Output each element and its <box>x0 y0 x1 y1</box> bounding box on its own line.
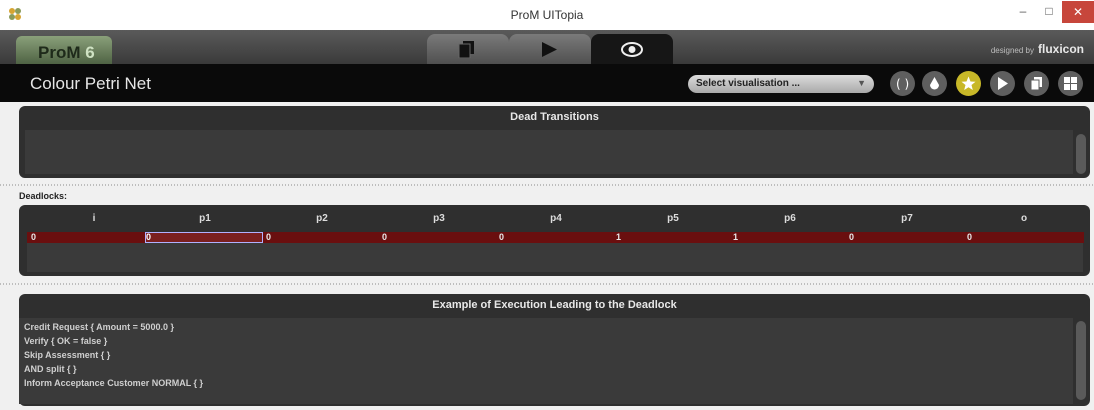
execution-scrollbar[interactable] <box>1076 321 1086 400</box>
column-header-p5: p5 <box>667 213 679 224</box>
column-header-i: i <box>92 213 96 224</box>
window-title: ProM UITopia <box>510 8 584 22</box>
column-header-p4: p4 <box>550 213 562 224</box>
view-toolbar: Colour Petri Net Select visualisation ..… <box>0 64 1094 102</box>
play-button[interactable] <box>990 71 1015 96</box>
grid-icon <box>1064 77 1077 90</box>
drop-button[interactable] <box>922 71 947 96</box>
dead-transitions-list[interactable] <box>25 130 1073 174</box>
code-button[interactable]: ( ) <box>890 71 915 96</box>
page-title: Colour Petri Net <box>30 74 151 93</box>
cell-p1[interactable]: 0 <box>145 232 263 243</box>
dead-transitions-scrollbar[interactable] <box>1076 134 1086 174</box>
list-item: Credit Request { Amount = 5000.0 } <box>24 322 174 332</box>
cell-p6[interactable]: 1 <box>733 232 843 243</box>
logo-version: 6 <box>85 43 95 62</box>
star-icon <box>961 76 976 90</box>
designed-by: designed by fluxicon <box>991 42 1084 56</box>
divider <box>0 184 1094 186</box>
column-header-p3: p3 <box>433 213 445 224</box>
cell-p2[interactable]: 0 <box>266 232 376 243</box>
divider <box>0 283 1094 285</box>
window-titlebar: ProM UITopia – □ ✕ <box>0 0 1094 31</box>
cell-p4[interactable]: 0 <box>499 232 609 243</box>
designed-by-text: designed by <box>990 46 1034 55</box>
dead-transitions-title: Dead Transitions <box>510 111 599 123</box>
list-item: Inform Acceptance Customer NORMAL { } <box>24 378 204 388</box>
cell-p7[interactable]: 0 <box>849 232 959 243</box>
tab-views[interactable] <box>591 34 673 64</box>
cell-i[interactable]: 0 <box>31 232 141 243</box>
eye-icon <box>621 42 643 57</box>
minimize-button[interactable]: – <box>1010 0 1036 22</box>
code-icon: ( ) <box>896 77 909 91</box>
dead-transitions-panel: Dead Transitions <box>19 106 1090 178</box>
visualisation-select[interactable]: Select visualisation ... ▼ <box>688 75 874 93</box>
deadlocks-label: Deadlocks: <box>19 191 68 201</box>
star-button[interactable] <box>956 71 981 96</box>
documents-icon <box>458 41 474 58</box>
drop-icon <box>930 77 939 90</box>
chevron-down-icon: ▼ <box>857 78 866 88</box>
execution-list[interactable] <box>19 318 1073 404</box>
tab-actions[interactable] <box>509 34 591 64</box>
play-icon <box>998 77 1008 90</box>
list-item: AND split { } <box>24 364 77 374</box>
tab-workspace[interactable] <box>427 34 509 64</box>
logo-text: ProM <box>38 43 81 62</box>
column-header-p7: p7 <box>901 213 913 224</box>
cell-o[interactable]: 0 <box>967 232 1077 243</box>
copy-button[interactable] <box>1024 71 1049 96</box>
list-item: Skip Assessment { } <box>24 350 111 360</box>
close-button[interactable]: ✕ <box>1062 1 1094 23</box>
execution-title: Example of Execution Leading to the Dead… <box>432 299 677 311</box>
play-icon <box>542 42 557 57</box>
prom-logo: ProM 6 <box>16 36 112 64</box>
maximize-button[interactable]: □ <box>1036 0 1062 22</box>
copy-icon <box>1030 77 1042 91</box>
column-header-o: o <box>1020 213 1028 224</box>
cell-p5[interactable]: 1 <box>616 232 726 243</box>
deadlocks-table-body <box>27 243 1083 272</box>
select-label: Select visualisation ... <box>696 78 800 89</box>
cell-p3[interactable]: 0 <box>382 232 492 243</box>
fluxicon-brand: fluxicon <box>1037 42 1084 56</box>
grid-button[interactable] <box>1058 71 1083 96</box>
execution-panel: Example of Execution Leading to the Dead… <box>19 294 1090 406</box>
svg-text:( ): ( ) <box>896 77 909 91</box>
column-header-p6: p6 <box>784 213 796 224</box>
column-header-p1: p1 <box>199 213 211 224</box>
table-row[interactable]: 0 0 0 0 0 1 1 0 0 <box>27 232 1084 243</box>
list-item: Verify { OK = false } <box>24 336 108 346</box>
app-header: ProM 6 designed by fluxicon <box>0 30 1094 64</box>
column-header-p2: p2 <box>316 213 328 224</box>
